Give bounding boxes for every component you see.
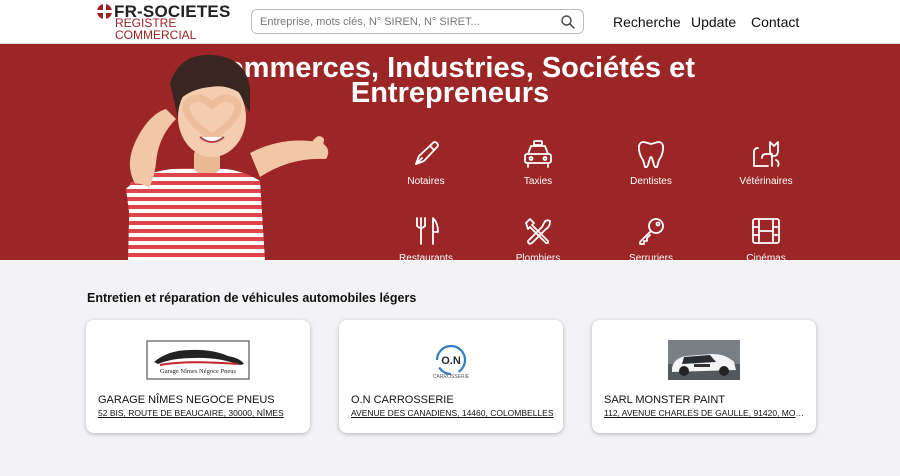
category-plombiers[interactable]: Plombiers [490, 215, 586, 295]
category-veterinaires[interactable]: Vétérinaires [718, 138, 814, 218]
company-logo-text: Garage Nîmes Négoce Pneus [160, 368, 236, 375]
company-address-link[interactable]: 52 BIS, ROUTE DE BEAUCAIRE, 30000, NÎMES [98, 408, 304, 418]
category-label: Restaurants [399, 253, 453, 264]
company-logo-garage-nimes: Garage Nîmes Négoce Pneus [146, 340, 250, 380]
pen-icon [415, 141, 439, 165]
company-address-link[interactable]: 112, AVENUE CHARLES DE GAULLE, 91420, MO… [604, 408, 810, 418]
brand-subtitle: REGISTRE COMMERCIAL [115, 16, 197, 42]
category-label: Cinémas [746, 253, 786, 264]
category-label: Serruriers [629, 253, 673, 264]
search-input[interactable] [260, 13, 550, 30]
company-name: O.N CARROSSERIE [351, 394, 454, 406]
search-box [251, 9, 584, 34]
tooth-icon [637, 141, 665, 169]
nav-contact[interactable]: Contact [751, 14, 799, 30]
key-icon [639, 218, 664, 245]
category-label: Vétérinaires [739, 176, 793, 187]
category-taxies[interactable]: Taxies [490, 138, 586, 218]
brand-logo[interactable]: FR-SOCIETES REGISTRE COMMERCIAL [97, 2, 237, 42]
category-label: Dentistes [630, 176, 672, 187]
category-restaurants[interactable]: Restaurants [378, 215, 474, 295]
hero-person-illustration [126, 54, 329, 260]
tools-icon [525, 218, 551, 245]
company-photo-monster-paint [668, 340, 740, 380]
taxi-icon [524, 140, 552, 168]
nav-recherche[interactable]: Recherche [613, 14, 681, 30]
company-name: SARL MONSTER PAINT [604, 394, 726, 406]
company-address-link[interactable]: AVENUE DES CANADIENS, 14460, COLOMBELLES [351, 408, 557, 418]
category-notaires[interactable]: Notaires [378, 138, 474, 218]
cutlery-icon [416, 217, 439, 245]
nav-update[interactable]: Update [691, 14, 736, 30]
site-header: FR-SOCIETES REGISTRE COMMERCIAL Recherch… [0, 0, 900, 44]
company-card[interactable]: Garage Nîmes Négoce Pneus GARAGE NÎMES N… [86, 320, 310, 433]
category-label: Taxies [523, 176, 553, 187]
film-icon [752, 218, 780, 244]
company-logo-text: O.N [441, 355, 461, 367]
section-title: Entretien et réparation de véhicules aut… [87, 291, 417, 305]
company-logo-subtext: CARROSSERIE [433, 374, 470, 380]
category-label: Notaires [407, 176, 445, 187]
category-dentistes[interactable]: Dentistes [603, 138, 699, 218]
pet-icon [753, 141, 780, 167]
company-card[interactable]: SARL MONSTER PAINT 112, AVENUE CHARLES D… [592, 320, 816, 433]
company-card[interactable]: O.N CARROSSERIE O.N CARROSSERIE AVENUE D… [339, 320, 563, 433]
company-logo-on-carrosserie: O.N CARROSSERIE [433, 344, 470, 380]
search-icon[interactable] [560, 14, 576, 30]
company-name: GARAGE NÎMES NEGOCE PNEUS [98, 394, 275, 406]
category-label: Plombiers [515, 253, 561, 264]
category-cinemas[interactable]: Cinémas [718, 215, 814, 295]
category-serruriers[interactable]: Serruriers [603, 215, 699, 295]
brand-mark-icon [97, 4, 112, 19]
